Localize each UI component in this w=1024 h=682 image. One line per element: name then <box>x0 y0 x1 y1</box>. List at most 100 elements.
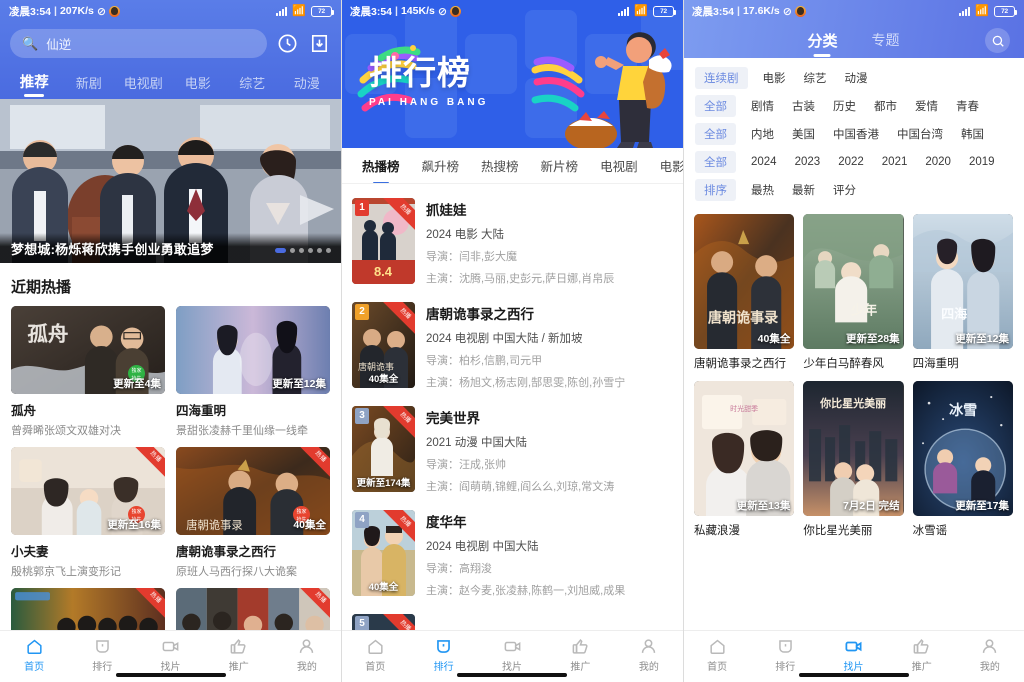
nav-ranking[interactable]: 排行 <box>68 637 136 673</box>
filter-chip[interactable]: 动漫 <box>836 67 877 89</box>
carousel-dot-1[interactable] <box>290 248 295 253</box>
poster-thumbnail[interactable]: 你比星光美丽 7月2日 完结 <box>803 381 904 516</box>
filter-chip-selected[interactable]: 全部 <box>695 123 736 145</box>
filter-chip[interactable]: 2023 <box>786 153 830 171</box>
tab-hot-search[interactable]: 热搜榜 <box>470 156 530 175</box>
download-icon[interactable] <box>308 32 331 55</box>
carousel-dot-4[interactable] <box>317 248 322 253</box>
filter-chip[interactable]: 评分 <box>824 179 865 201</box>
card-thumbnail[interactable]: 更新至12集 <box>176 306 330 394</box>
no-data-icon: ⊘ <box>437 5 448 18</box>
card-thumbnail[interactable]: 唐朝诡事录 热播 独家 抢先 40集全 <box>176 447 330 535</box>
tab-rising[interactable]: 飙升榜 <box>411 156 471 175</box>
nav-find-video[interactable]: 找片 <box>136 637 204 673</box>
poster-thumbnail[interactable]: 唐朝诡事录 40集全 <box>694 214 795 349</box>
filter-chip[interactable]: 中国台湾 <box>888 123 952 145</box>
poster-thumbnail[interactable]: 少年 更新至28集 <box>803 214 904 349</box>
filter-chip[interactable]: 2022 <box>829 153 873 171</box>
carousel-dot-5[interactable] <box>326 248 331 253</box>
video-card[interactable]: 孤舟 独家 抢先 更新至4集 孤舟 曾舜晞张颂文双雄对决 <box>11 306 165 438</box>
search-input[interactable]: 🔍 仙逆 <box>10 29 267 58</box>
carousel-dot-3[interactable] <box>308 248 313 253</box>
video-card[interactable]: 唐朝诡事录 热播 独家 抢先 40集全 唐朝诡事录之西行 原班人马西行探八大诡案 <box>176 447 330 579</box>
filter-chip-selected[interactable]: 排序 <box>695 179 736 201</box>
poster-card[interactable]: 少年 更新至28集 少年白马醉春风 <box>803 214 904 371</box>
filter-chip[interactable]: 内地 <box>742 123 783 145</box>
filter-chip[interactable]: 2020 <box>916 153 960 171</box>
filter-chip[interactable]: 最热 <box>742 179 783 201</box>
hero-banner[interactable]: 梦想城:杨烁蒋欣携手创业勇敢追梦 <box>0 99 341 263</box>
carousel-dot-2[interactable] <box>299 248 304 253</box>
nav-ranking[interactable]: 排行 <box>751 637 819 673</box>
nav-mine[interactable]: 我的 <box>615 637 683 673</box>
tab-tv-series[interactable]: 电视剧 <box>117 73 170 99</box>
nav-promote[interactable]: 推广 <box>205 637 273 673</box>
nav-mine[interactable]: 我的 <box>273 637 341 673</box>
filter-chip-selected[interactable]: 全部 <box>695 151 736 173</box>
poster-card[interactable]: 冰雪 更新至17集 冰雪谣 <box>912 381 1013 538</box>
filter-chip[interactable]: 古装 <box>783 95 824 117</box>
carousel-dot-0[interactable] <box>275 248 286 253</box>
tab-hot-play[interactable]: 热播榜 <box>351 156 411 175</box>
tab-variety[interactable]: 综艺 <box>226 73 279 99</box>
tab-topic[interactable]: 专题 <box>872 30 900 50</box>
nav-find-video[interactable]: 找片 <box>819 637 887 673</box>
poster-image: 时光甜季 <box>694 381 795 516</box>
filter-chip[interactable]: 都市 <box>865 95 906 117</box>
nav-home[interactable]: 首页 <box>341 637 409 673</box>
tab-movie[interactable]: 电影 <box>649 156 683 175</box>
card-thumbnail[interactable]: 孤舟 独家 抢先 更新至4集 <box>11 306 165 394</box>
poster-card[interactable]: 唐朝诡事录 40集全 唐朝诡事录之西行 <box>694 214 795 371</box>
filter-chip-selected[interactable]: 全部 <box>695 95 736 117</box>
filter-chip[interactable]: 青春 <box>947 95 988 117</box>
carousel-dots[interactable] <box>275 248 331 253</box>
filter-chip[interactable]: 历史 <box>824 95 865 117</box>
search-button[interactable] <box>985 28 1010 53</box>
tab-new-releases[interactable]: 新片榜 <box>530 156 590 175</box>
nav-promote[interactable]: 推广 <box>546 637 614 673</box>
rank-row[interactable]: 8.4 1 热播 抓娃娃 2024 电影 大陆 导演：闫非,彭大魔 主演：沈腾,… <box>341 190 683 294</box>
tab-anime[interactable]: 动漫 <box>281 73 334 99</box>
rank-thumbnail[interactable]: 4 热播 40集全 <box>352 510 415 596</box>
nav-promote[interactable]: 推广 <box>888 637 956 673</box>
filter-chip[interactable]: 韩国 <box>952 123 993 145</box>
rank-thumbnail[interactable]: 唐朝诡事 2 热播 40集全 <box>352 302 415 388</box>
thumbs-up-icon <box>888 637 956 656</box>
card-thumbnail[interactable]: 热播 独家 抢先 更新至16集 <box>11 447 165 535</box>
nav-home[interactable]: 首页 <box>683 637 751 673</box>
nav-find-video[interactable]: 找片 <box>478 637 546 673</box>
nav-home[interactable]: 首页 <box>0 637 68 673</box>
rank-row[interactable]: 唐朝诡事 2 热播 40集全 唐朝诡事录之西行 2024 电视剧 中国大陆 / … <box>341 294 683 398</box>
filter-chip-selected[interactable]: 连续剧 <box>695 67 748 89</box>
poster-card[interactable]: 你比星光美丽 7月2日 完结 你比星光美丽 <box>803 381 904 538</box>
filter-chip[interactable]: 最新 <box>783 179 824 201</box>
tab-category[interactable]: 分类 <box>807 30 837 51</box>
filter-chip[interactable]: 2024 <box>742 153 786 171</box>
video-card[interactable]: 更新至12集 四海重明 景甜张凌赫千里仙缘一线牵 <box>176 306 330 438</box>
history-icon[interactable] <box>276 32 299 55</box>
tab-recommend[interactable]: 推荐 <box>8 71 61 99</box>
rank-row[interactable]: 3 热播 更新至174集 完美世界 2021 动漫 中国大陆 导演：汪成,张帅 … <box>341 398 683 502</box>
filter-chip[interactable]: 2021 <box>873 153 917 171</box>
rank-row[interactable]: 4 热播 40集全 度华年 2024 电视剧 中国大陆 导演：高翔浚 主演：赵今… <box>341 502 683 606</box>
filter-chip[interactable]: 综艺 <box>795 67 836 89</box>
filter-chip[interactable]: 美国 <box>783 123 824 145</box>
tab-movie[interactable]: 电影 <box>172 73 225 99</box>
poster-thumbnail[interactable]: 四海 更新至12集 <box>912 214 1013 349</box>
tab-tv-series[interactable]: 电视剧 <box>589 156 649 175</box>
filter-chip[interactable]: 爱情 <box>906 95 947 117</box>
rank-thumbnail[interactable]: 8.4 1 热播 <box>352 198 415 284</box>
filter-chip[interactable]: 剧情 <box>742 95 783 117</box>
video-card[interactable]: 热播 独家 抢先 更新至16集 小夫妻 殷桃郭京飞上演变形记 <box>11 447 165 579</box>
tab-new-drama[interactable]: 新剧 <box>63 73 116 99</box>
poster-thumbnail[interactable]: 冰雪 更新至17集 <box>912 381 1013 516</box>
nav-ranking[interactable]: 排行 <box>409 637 477 673</box>
rank-thumbnail[interactable]: 3 热播 更新至174集 <box>352 406 415 492</box>
poster-thumbnail[interactable]: 时光甜季 更新至13集 <box>694 381 795 516</box>
filter-chip[interactable]: 电影 <box>754 67 795 89</box>
nav-mine[interactable]: 我的 <box>956 637 1024 673</box>
filter-chip[interactable]: 中国香港 <box>824 123 888 145</box>
poster-card[interactable]: 时光甜季 更新至13集 私藏浪漫 <box>694 381 795 538</box>
poster-card[interactable]: 四海 更新至12集 四海重明 <box>912 214 1013 371</box>
filter-chip[interactable]: 2019 <box>960 153 1004 171</box>
